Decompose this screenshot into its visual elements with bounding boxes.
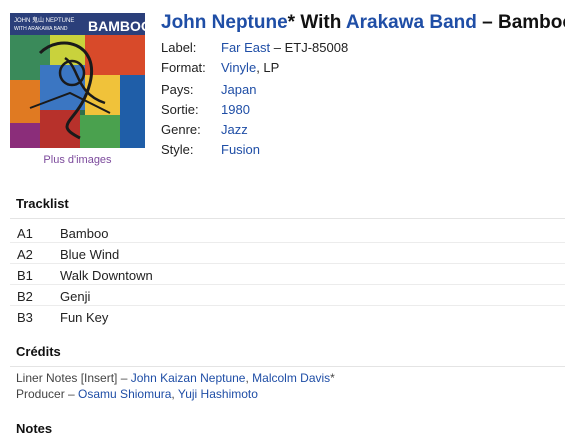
artist-link-arakawa-band[interactable]: Arakawa Band [346, 12, 477, 33]
credits-heading: Crédits [16, 344, 61, 359]
track-title: Bamboo [60, 226, 109, 241]
style-link[interactable]: Fusion [221, 142, 260, 157]
credit-link-malcolm-davis[interactable]: Malcolm Davis [252, 371, 330, 385]
album-cover-image[interactable]: JOHN 鬼山 NEPTUNE WITH ARAKAWA BAND BAMBOO [10, 13, 152, 148]
credit-producer: Producer – Osamu Shiomura, Yuji Hashimot… [16, 387, 258, 401]
credit-link-osamu-shiomura[interactable]: Osamu Shiomura [78, 387, 171, 401]
track-position: B3 [17, 310, 33, 325]
meta-key: Label: [161, 40, 197, 55]
cover-text-top: JOHN 鬼山 NEPTUNE [14, 16, 74, 24]
artist-link-john-neptune[interactable]: John Neptune [161, 12, 288, 33]
track-position: A1 [17, 226, 33, 241]
track-row: A2 Blue Wind [10, 243, 565, 264]
track-position: B2 [17, 289, 33, 304]
credit-role: Producer – [16, 387, 79, 401]
track-title: Fun Key [60, 310, 109, 325]
label-link[interactable]: Far East [221, 40, 270, 55]
track-title: Genji [60, 289, 91, 304]
credit-role: Liner Notes [Insert] – [16, 371, 131, 385]
track-row: B2 Genji [10, 285, 565, 306]
credit-suffix: * [330, 371, 335, 385]
meta-key: Format: [161, 60, 206, 75]
track-position: A2 [17, 247, 33, 262]
cover-text-big: BAMBOO [88, 18, 145, 34]
divider [10, 366, 565, 367]
meta-key: Genre: [161, 122, 201, 137]
track-position: B1 [17, 268, 33, 283]
genre-link[interactable]: Jazz [221, 122, 248, 137]
track-title: Blue Wind [60, 247, 120, 262]
meta-key: Pays: [161, 82, 194, 97]
meta-key: Sortie: [161, 102, 199, 117]
credit-link-john-kaizan-neptune[interactable]: John Kaizan Neptune [131, 371, 246, 385]
title-separator: – [476, 12, 498, 33]
track-row: A1 Bamboo [10, 222, 565, 243]
more-images-link[interactable]: Plus d'images [10, 154, 145, 166]
track-row: B1 Walk Downtown [10, 264, 565, 285]
label-catalog: – ETJ-85008 [270, 40, 349, 55]
album-title: Bamboo [497, 12, 565, 33]
cover-text-sub: WITH ARAKAWA BAND [14, 26, 68, 32]
track-title: Walk Downtown [60, 268, 153, 283]
country-link[interactable]: Japan [221, 82, 256, 97]
artist-suffix: * With [287, 12, 346, 33]
format-rest: , LP [256, 60, 280, 75]
released-link[interactable]: 1980 [221, 102, 250, 117]
divider [10, 218, 565, 219]
notes-heading: Notes [16, 421, 53, 436]
page-title: John Neptune* With Arakawa Band – Bamboo [161, 12, 565, 34]
tracklist-heading: Tracklist [16, 196, 69, 211]
meta-key: Style: [161, 142, 194, 157]
format-link[interactable]: Vinyle [221, 60, 256, 75]
credit-link-yuji-hashimoto[interactable]: Yuji Hashimoto [178, 387, 258, 401]
album-cover-art: JOHN 鬼山 NEPTUNE WITH ARAKAWA BAND BAMBOO [10, 13, 152, 148]
track-row: B3 Fun Key [10, 306, 565, 327]
credit-liner-notes: Liner Notes [Insert] – John Kaizan Neptu… [16, 371, 335, 385]
